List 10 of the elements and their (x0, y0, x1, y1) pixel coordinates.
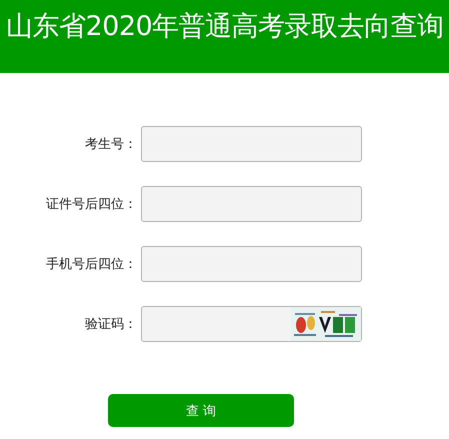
page-title: 山东省2020年普通高考录取去向查询 (6, 10, 444, 44)
field-label: 验证码： (85, 316, 137, 333)
input-field[interactable] (141, 186, 362, 222)
field-label: 证件号后四位： (46, 196, 137, 213)
captcha-field[interactable] (141, 306, 362, 342)
query-button[interactable]: 查 询 (108, 394, 294, 427)
field-label: 考生号： (85, 136, 137, 153)
field-label: 手机号后四位： (46, 256, 137, 273)
input-field[interactable] (141, 246, 362, 282)
input-field[interactable] (141, 126, 362, 162)
